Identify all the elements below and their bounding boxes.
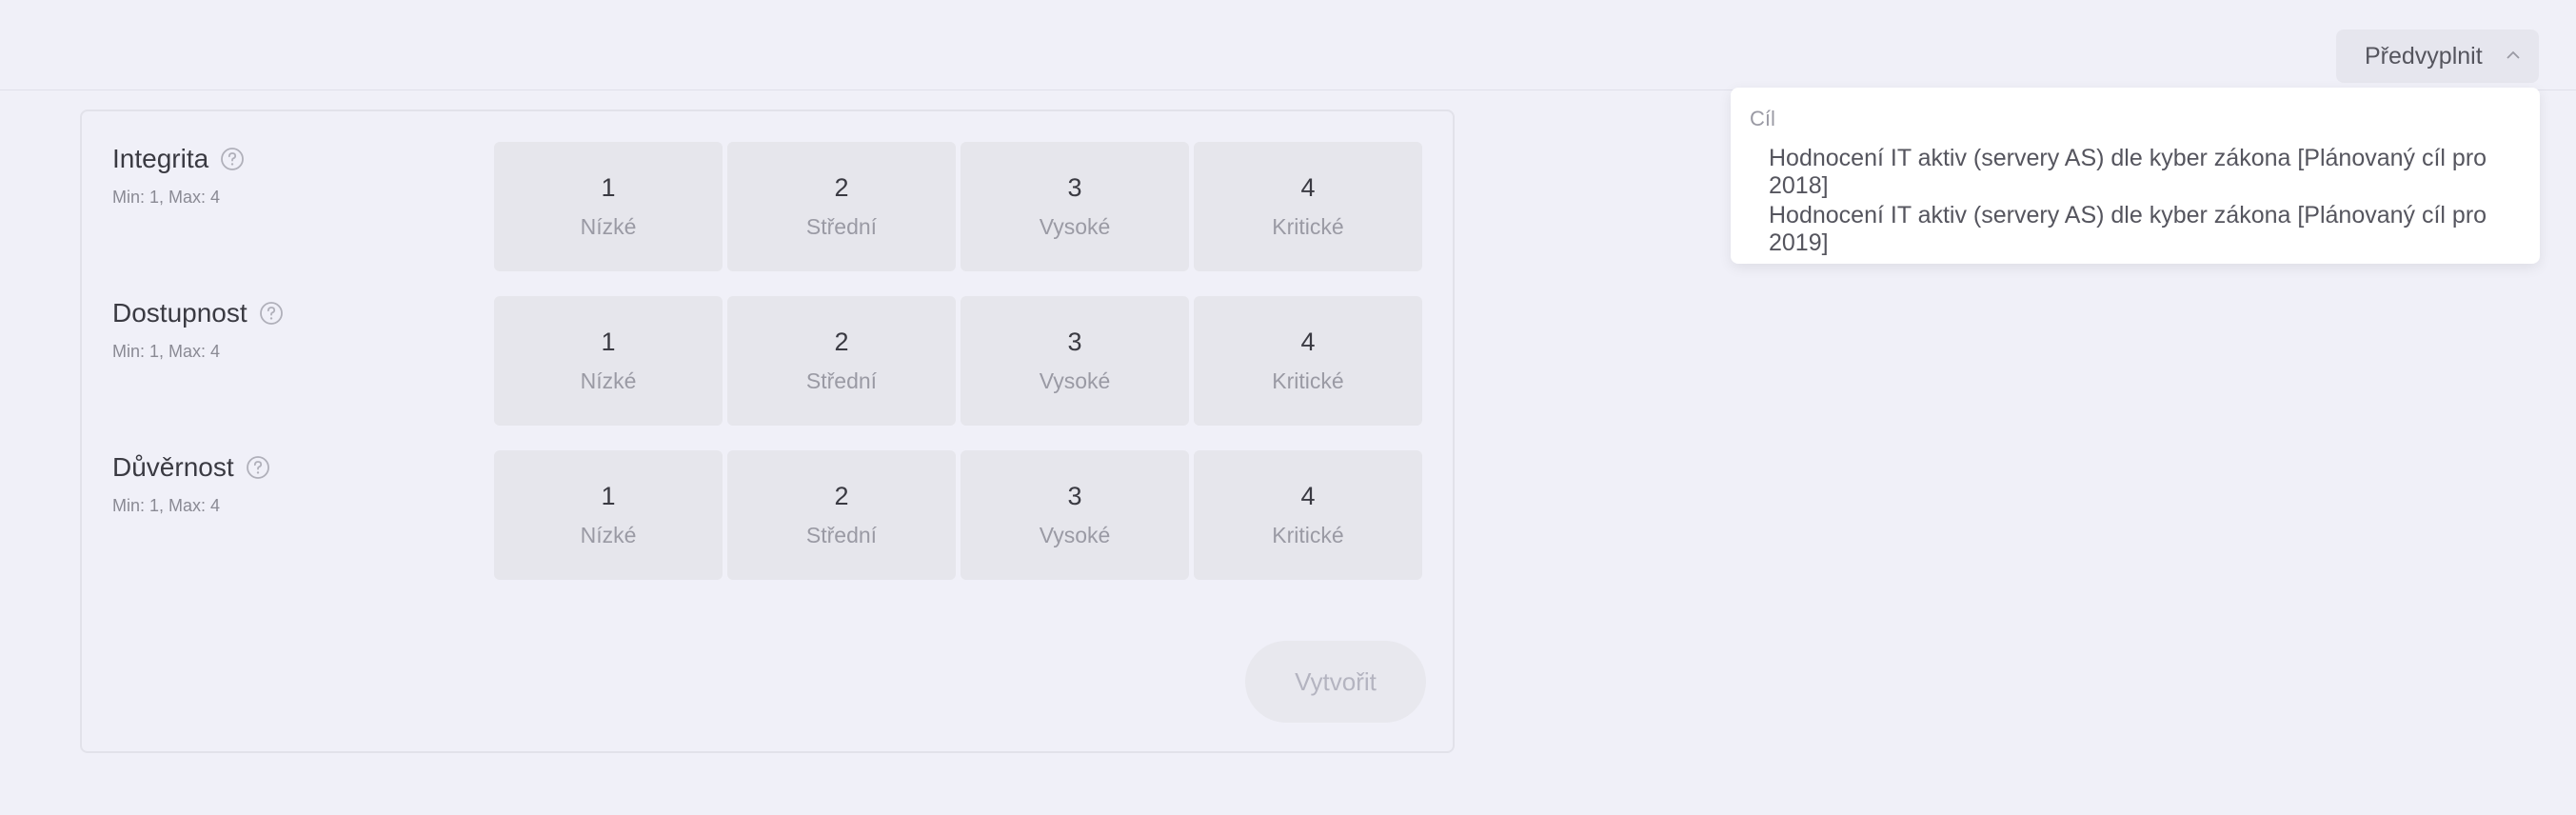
row-title: Důvěrnost xyxy=(112,452,234,482)
help-icon[interactable] xyxy=(220,147,245,171)
option-number: 4 xyxy=(1300,482,1316,510)
security-requirements-card: Integrita Min: 1, Max: 4 1 Nízké 2 Střed… xyxy=(80,109,1455,753)
option-label: Kritické xyxy=(1272,368,1344,393)
option-group: 1 Nízké 2 Střední 3 Vysoké 4 Kritické xyxy=(494,142,1422,271)
help-icon[interactable] xyxy=(259,301,284,326)
option-1[interactable]: 1 Nízké xyxy=(494,296,723,426)
help-icon[interactable] xyxy=(246,455,270,480)
prefill-button[interactable]: Předvyplnit xyxy=(2336,30,2539,83)
row-subtitle: Min: 1, Max: 4 xyxy=(112,342,221,361)
option-group: 1 Nízké 2 Střední 3 Vysoké 4 Kritické xyxy=(494,296,1422,426)
option-label: Střední xyxy=(805,368,878,393)
option-label: Kritické xyxy=(1272,214,1344,239)
option-label: Vysoké xyxy=(1039,523,1111,547)
row-title: Integrita xyxy=(112,144,209,173)
option-number: 3 xyxy=(1067,173,1082,202)
option-label: Střední xyxy=(805,523,878,547)
option-number: 4 xyxy=(1300,328,1316,356)
prefill-dropdown-menu: Cíl Hodnocení IT aktiv (servery AS) dle … xyxy=(1731,88,2540,264)
row-title: Dostupnost xyxy=(112,298,248,328)
option-number: 3 xyxy=(1067,482,1082,510)
row-subtitle: Min: 1, Max: 4 xyxy=(112,188,221,207)
option-label: Nízké xyxy=(580,214,637,239)
option-label: Střední xyxy=(805,214,878,239)
option-number: 1 xyxy=(601,482,616,510)
option-number: 1 xyxy=(601,173,616,202)
create-button[interactable]: Vytvořit xyxy=(1245,641,1426,723)
option-number: 2 xyxy=(834,482,849,510)
option-number: 2 xyxy=(834,328,849,356)
row-label: Dostupnost Min: 1, Max: 4 xyxy=(112,298,284,362)
option-label: Nízké xyxy=(580,368,637,393)
chevron-up-icon xyxy=(2507,50,2520,59)
option-number: 1 xyxy=(601,328,616,356)
option-4[interactable]: 4 Kritické xyxy=(1194,296,1422,426)
prefill-button-label: Předvyplnit xyxy=(2365,42,2483,70)
option-label: Vysoké xyxy=(1039,368,1111,393)
option-4[interactable]: 4 Kritické xyxy=(1194,450,1422,580)
option-number: 3 xyxy=(1067,328,1082,356)
row-duvernost: Důvěrnost Min: 1, Max: 4 1 Nízké 2 Střed… xyxy=(82,450,1453,580)
option-4[interactable]: 4 Kritické xyxy=(1194,142,1422,271)
option-1[interactable]: 1 Nízké xyxy=(494,142,723,271)
dropdown-item[interactable]: Hodnocení IT aktiv (servery AS) dle kybe… xyxy=(1731,201,2540,258)
option-label: Vysoké xyxy=(1039,214,1111,239)
row-subtitle: Min: 1, Max: 4 xyxy=(112,496,221,515)
option-2[interactable]: 2 Střední xyxy=(727,142,956,271)
row-label: Důvěrnost Min: 1, Max: 4 xyxy=(112,452,270,516)
option-2[interactable]: 2 Střední xyxy=(727,450,956,580)
dropdown-group-label: Cíl xyxy=(1750,107,1775,130)
option-group: 1 Nízké 2 Střední 3 Vysoké 4 Kritické xyxy=(494,450,1422,580)
row-dostupnost: Dostupnost Min: 1, Max: 4 1 Nízké 2 Stře… xyxy=(82,296,1453,426)
option-number: 4 xyxy=(1300,173,1316,202)
dropdown-item[interactable]: Hodnocení IT aktiv (servery AS) dle kybe… xyxy=(1731,144,2540,201)
option-3[interactable]: 3 Vysoké xyxy=(961,296,1189,426)
option-label: Nízké xyxy=(580,523,637,547)
top-bar xyxy=(0,0,2576,90)
row-integrita: Integrita Min: 1, Max: 4 1 Nízké 2 Střed… xyxy=(82,142,1453,271)
row-label: Integrita Min: 1, Max: 4 xyxy=(112,144,245,208)
option-3[interactable]: 3 Vysoké xyxy=(961,450,1189,580)
option-label: Kritické xyxy=(1272,523,1344,547)
option-2[interactable]: 2 Střední xyxy=(727,296,956,426)
option-number: 2 xyxy=(834,173,849,202)
option-3[interactable]: 3 Vysoké xyxy=(961,142,1189,271)
option-1[interactable]: 1 Nízké xyxy=(494,450,723,580)
